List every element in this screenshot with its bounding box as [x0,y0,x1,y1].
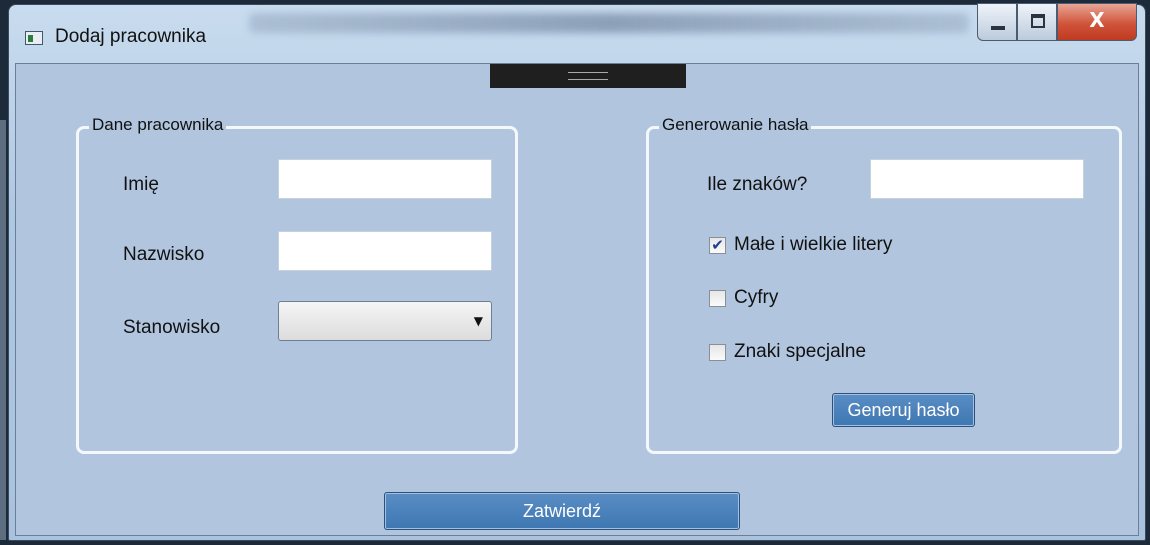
checkbox-special[interactable]: Znaki specjalne [709,341,866,363]
submit-button[interactable]: Zatwierdź [384,492,740,530]
checkbox-digits-box[interactable] [709,289,726,307]
client-area: Dane pracownika Imię Nazwisko Stanowisko… [15,63,1139,536]
generate-password-button[interactable]: Generuj hasło [832,393,975,427]
employee-data-group: Dane pracownika Imię Nazwisko Stanowisko… [76,115,518,454]
position-combobox[interactable]: ▼ [278,301,492,341]
maximize-icon [1031,14,1045,28]
checkbox-special-label: Znaki specjalne [734,341,867,362]
position-label: Stanowisko [123,317,221,338]
last-name-input[interactable] [278,231,492,271]
minimize-icon [991,26,1005,30]
app-window-icon[interactable] [25,31,43,45]
resize-grip-handle[interactable] [490,64,686,88]
first-name-input[interactable] [278,159,492,199]
dialog-window: Dodaj pracownika X Dane pracownika Imię … [8,3,1146,541]
close-icon: X [1089,8,1105,32]
caption-buttons: X [977,3,1137,43]
first-name-label: Imię [123,174,159,195]
minimize-button[interactable] [977,3,1017,41]
length-input[interactable] [870,159,1084,199]
title-bar-glass [249,13,969,33]
checkbox-digits-label: Cyfry [734,287,779,308]
last-name-label: Nazwisko [123,244,205,265]
title-bar[interactable]: Dodaj pracownika X [9,3,1145,63]
checkbox-letters[interactable]: ✔ Małe i wielkie litery [709,234,892,256]
employee-group-legend: Dane pracownika [89,115,227,135]
password-group-legend: Generowanie hasła [659,115,812,135]
window-title: Dodaj pracownika [55,26,207,47]
length-label: Ile znaków? [707,174,808,195]
chevron-down-icon: ▼ [473,314,483,328]
maximize-button[interactable] [1017,3,1057,41]
close-button[interactable]: X [1057,3,1137,41]
checkbox-letters-label: Małe i wielkie litery [734,234,893,255]
checkbox-special-box[interactable] [709,343,726,361]
checkbox-digits[interactable]: Cyfry [709,287,778,309]
password-generation-group: Generowanie hasła Ile znaków? ✔ Małe i w… [646,115,1122,454]
background-window-edge [0,120,6,540]
checkbox-letters-box[interactable]: ✔ [709,236,726,254]
